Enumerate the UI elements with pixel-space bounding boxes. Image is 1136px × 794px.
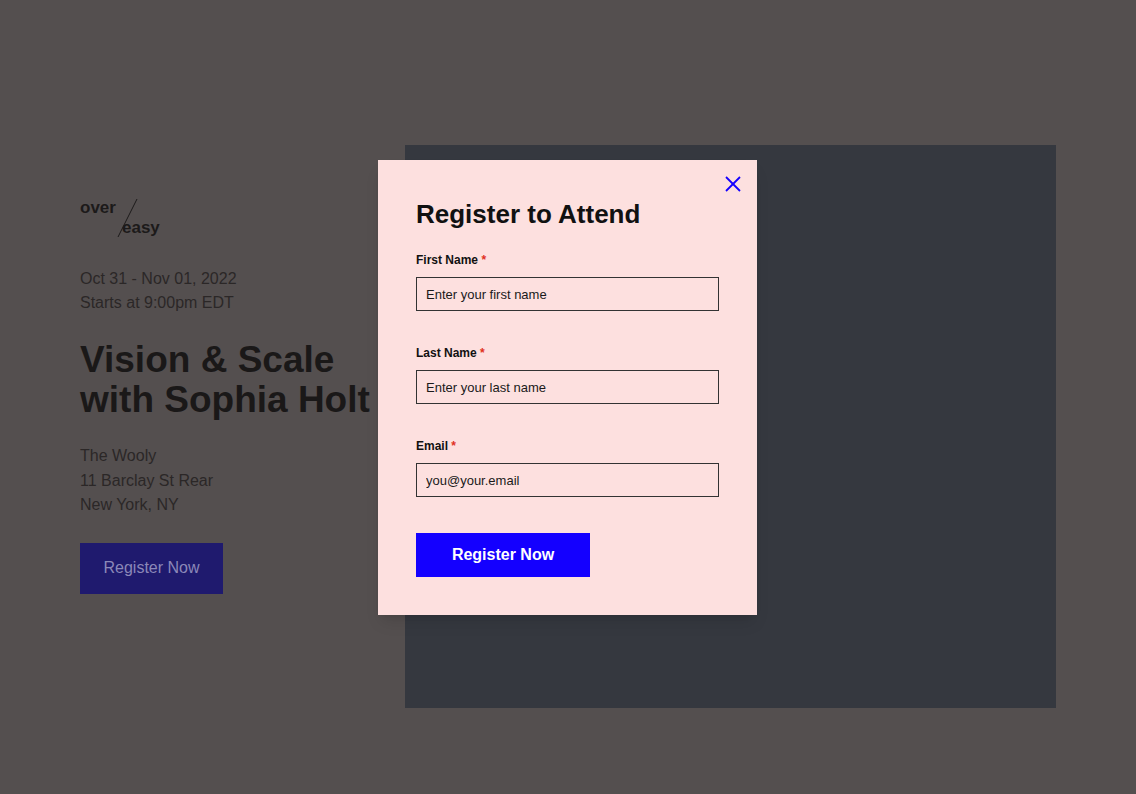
venue-line: 11 Barclay St Rear — [80, 469, 405, 494]
form-field: Last Name * — [416, 345, 719, 404]
close-icon — [725, 176, 741, 192]
logo: overeasy — [80, 198, 170, 238]
logo-top: over — [80, 198, 170, 218]
register-modal: Register to AttendFirst Name *Last Name … — [378, 160, 757, 615]
event-dates: Oct 31 - Nov 01, 2022Starts at 9:00pm ED… — [80, 267, 405, 315]
required-mark: * — [481, 253, 486, 267]
venue-line: The Wooly — [80, 444, 405, 469]
field-label: Last Name * — [416, 345, 719, 361]
label-text: Last Name — [416, 346, 477, 360]
field-label: First Name * — [416, 252, 719, 268]
required-mark: * — [480, 346, 485, 360]
text-input[interactable] — [416, 463, 719, 497]
label-text: First Name — [416, 253, 478, 267]
field-label: Email * — [416, 438, 719, 454]
date-line: Oct 31 - Nov 01, 2022 — [80, 267, 405, 291]
modal-title: Register to Attend — [416, 198, 719, 230]
register-now-button[interactable]: Register Now — [80, 543, 223, 594]
date-line: Starts at 9:00pm EDT — [80, 291, 405, 315]
event-title: Vision & Scalewith Sophia Holt — [80, 340, 405, 420]
label-text: Email — [416, 439, 448, 453]
form-field: First Name * — [416, 252, 719, 311]
text-input[interactable] — [416, 370, 719, 404]
title-line: with Sophia Holt — [80, 380, 405, 420]
title-line: Vision & Scale — [80, 340, 405, 380]
required-mark: * — [451, 439, 456, 453]
venue-line: New York, NY — [80, 493, 405, 518]
submit-button[interactable]: Register Now — [416, 533, 590, 577]
text-input[interactable] — [416, 277, 719, 311]
event-venue: The Wooly11 Barclay St RearNew York, NY — [80, 444, 405, 518]
form-field: Email * — [416, 438, 719, 497]
close-button[interactable] — [721, 172, 745, 196]
event-info: overeasy Oct 31 - Nov 01, 2022Starts at 9… — [0, 145, 405, 594]
logo-slash-icon — [80, 198, 170, 238]
logo-bottom: easy — [80, 218, 170, 238]
